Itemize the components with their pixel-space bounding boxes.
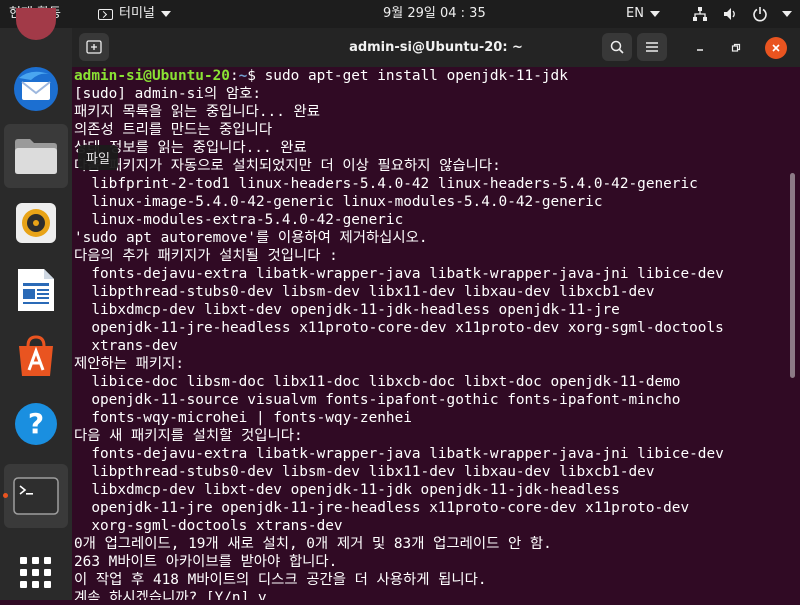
dock-tooltip: 파일 xyxy=(78,145,118,170)
prompt-path: ~ xyxy=(238,68,248,84)
prompt-separator: : xyxy=(229,68,239,84)
terminal-line: 0개 업그레이드, 19개 새로 설치, 0개 제거 및 83개 업그레이드 안… xyxy=(74,536,552,552)
terminal-line: [sudo] admin-si의 암호: xyxy=(74,86,262,102)
terminal-output[interactable]: admin-si@Ubuntu-20:~$ sudo apt-get insta… xyxy=(72,67,784,600)
dock-item-help[interactable]: ? xyxy=(4,392,68,456)
chevron-down-icon xyxy=(782,11,792,17)
terminal-app-icon xyxy=(98,8,113,20)
terminal-line: xorg-sgml-doctools xtrans-dev xyxy=(74,518,343,534)
terminal-line: 263 M바이트 아카이브를 받아야 합니다. xyxy=(74,554,338,570)
terminal-line: libpthread-stubs0-dev libsm-dev libx11-d… xyxy=(74,284,655,300)
terminal-line: xtrans-dev xyxy=(74,338,178,354)
dock-item-partial[interactable] xyxy=(16,8,56,40)
terminal-line: 의존성 트리를 만드는 중입니다 xyxy=(74,122,273,138)
dock-item-terminal[interactable] xyxy=(3,464,68,528)
input-language-menu[interactable]: EN xyxy=(626,0,660,28)
terminal-window: admin-si@Ubuntu-20: ~ admin-si@Ubuntu-20… xyxy=(72,28,800,600)
minimize-button[interactable] xyxy=(689,37,711,59)
dock-item-libreoffice-writer[interactable] xyxy=(4,258,68,322)
search-icon xyxy=(610,40,624,54)
dock: ? xyxy=(0,8,72,600)
app-grid-icon xyxy=(20,557,51,588)
terminal-line: fonts-dejavu-extra libatk-wrapper-java l… xyxy=(74,266,724,282)
terminal-line: 다음 패키지가 자동으로 설치되었지만 더 이상 필요하지 않습니다: xyxy=(74,158,501,174)
dock-item-files[interactable] xyxy=(4,124,68,188)
dock-item-thunderbird[interactable] xyxy=(4,57,68,121)
dock-item-rhythmbox[interactable] xyxy=(4,191,68,255)
maximize-button[interactable] xyxy=(725,37,747,59)
terminal-line: 상태 정보를 읽는 중입니다... 완료 xyxy=(74,140,307,156)
thunderbird-icon xyxy=(14,67,58,111)
prompt-line: admin-si@Ubuntu-20:~$ sudo apt-get insta… xyxy=(74,67,784,85)
hamburger-icon xyxy=(646,42,658,52)
clock[interactable]: 9월 29일 04 : 35 xyxy=(383,0,486,28)
system-menu[interactable] xyxy=(692,0,792,28)
help-icon: ? xyxy=(15,403,57,445)
top-bar: 현재 활동 터미널 9월 29일 04 : 35 EN xyxy=(0,0,800,28)
terminal-line: 다음 새 패키지를 설치할 것입니다: xyxy=(74,428,303,444)
svg-text:?: ? xyxy=(28,407,44,440)
restore-icon xyxy=(731,43,741,52)
chevron-down-icon xyxy=(649,11,660,17)
terminal-icon xyxy=(13,477,59,515)
terminal-line: libpthread-stubs0-dev libsm-dev libx11-d… xyxy=(74,464,655,480)
dock-item-show-applications[interactable] xyxy=(4,541,68,605)
scrollbar[interactable] xyxy=(790,173,795,378)
app-menu-label: 터미널 xyxy=(119,6,155,21)
command-text: sudo apt-get install openjdk-11-jdk xyxy=(264,68,568,84)
terminal-line: 계속 하시겠습니까? [Y/n] y xyxy=(74,590,267,600)
power-icon xyxy=(753,7,767,22)
network-icon xyxy=(693,7,707,21)
terminal-line: libice-doc libsm-doc libx11-doc libxcb-d… xyxy=(74,374,681,390)
close-button[interactable] xyxy=(765,37,787,59)
terminal-line: 제안하는 패키지: xyxy=(74,356,185,372)
terminal-line: openjdk-11-jre openjdk-11-jre-headless x… xyxy=(74,500,690,516)
input-language-label: EN xyxy=(626,6,644,21)
speaker-icon xyxy=(16,203,56,243)
terminal-line: 패키지 목록을 읽는 중입니다... 완료 xyxy=(74,104,320,120)
prompt-end: $ xyxy=(247,68,265,84)
terminal-line: linux-modules-extra-5.4.0-42-generic xyxy=(74,212,404,228)
running-indicator xyxy=(3,493,8,498)
app-menu[interactable]: 터미널 xyxy=(98,0,171,28)
terminal-line: openjdk-11-source visualvm fonts-ipafont… xyxy=(74,392,681,408)
title-bar[interactable]: admin-si@Ubuntu-20: ~ xyxy=(72,28,800,67)
terminal-line: 다음의 추가 패키지가 설치될 것입니다 : xyxy=(74,248,338,264)
software-store-icon xyxy=(19,335,53,376)
terminal-line: 이 작업 후 418 M바이트의 디스크 공간을 더 사용하게 됩니다. xyxy=(74,572,487,588)
terminal-line: openjdk-11-jre-headless x11proto-core-de… xyxy=(74,320,724,336)
terminal-line: libxdmcp-dev libxt-dev openjdk-11-jdk op… xyxy=(74,482,620,498)
prompt-user: admin-si@Ubuntu-20 xyxy=(74,68,230,84)
chevron-down-icon xyxy=(160,11,171,17)
volume-icon xyxy=(724,8,735,20)
terminal-line: fonts-wqy-microhei | fonts-wqy-zenhei xyxy=(74,410,412,426)
folder-icon xyxy=(15,139,57,174)
terminal-line: libxdmcp-dev libxt-dev openjdk-11-jdk-he… xyxy=(74,302,620,318)
search-button[interactable] xyxy=(602,33,632,61)
terminal-line: 'sudo apt autoremove'를 이용하여 제거하십시오. xyxy=(74,230,428,246)
menu-button[interactable] xyxy=(637,33,667,61)
close-icon xyxy=(772,44,780,52)
terminal-line: fonts-dejavu-extra libatk-wrapper-java l… xyxy=(74,446,724,462)
dock-item-ubuntu-software[interactable] xyxy=(4,325,68,389)
terminal-line: libfprint-2-tod1 linux-headers-5.4.0-42 … xyxy=(74,176,698,192)
minimize-icon xyxy=(697,49,703,51)
output-lines: [sudo] admin-si의 암호: 패키지 목록을 읽는 중입니다... 완… xyxy=(74,85,784,600)
terminal-line: linux-image-5.4.0-42-generic linux-modul… xyxy=(74,194,603,210)
document-icon xyxy=(18,269,54,311)
